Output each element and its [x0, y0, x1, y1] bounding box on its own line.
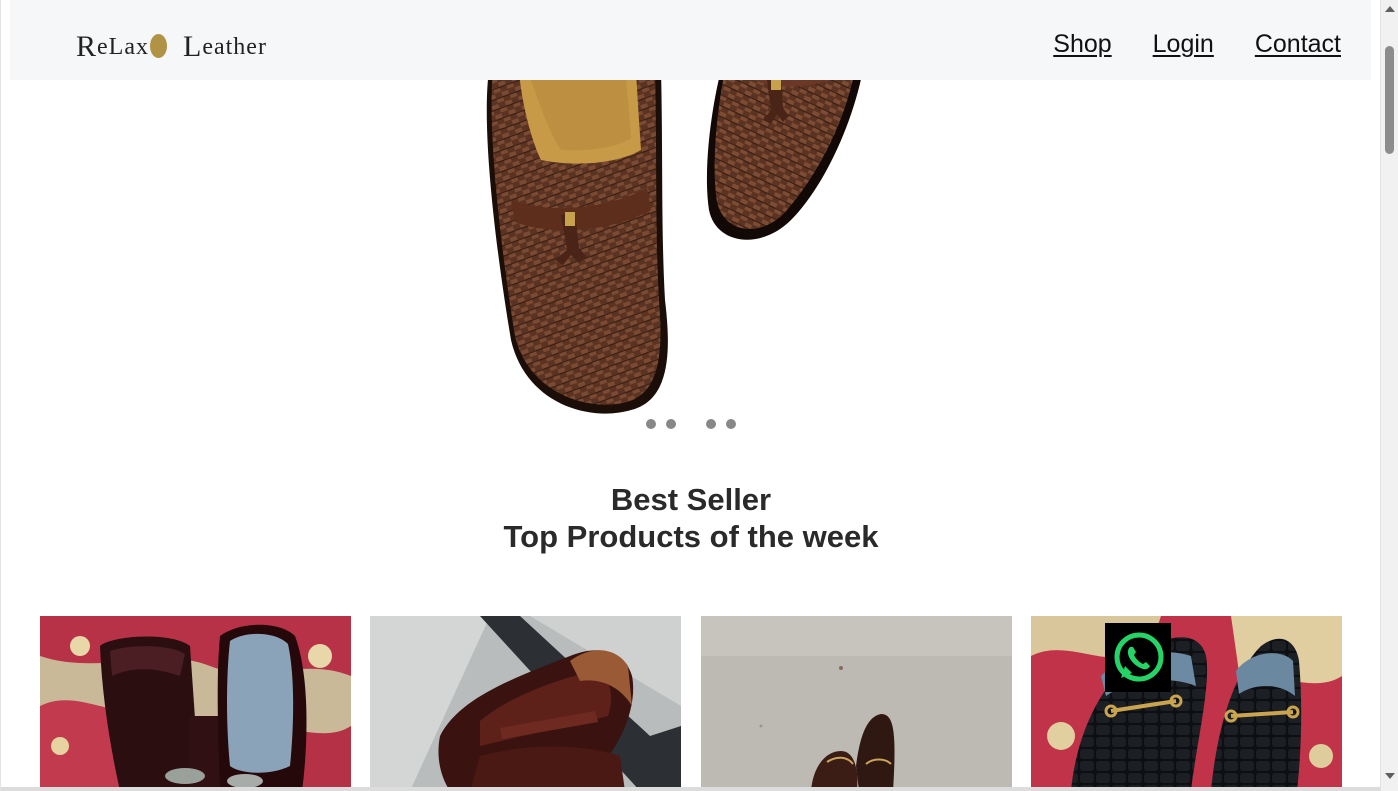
black-croc-horsebit-loafer-photo	[1031, 616, 1342, 791]
scroll-down-arrow-icon[interactable]	[1385, 773, 1395, 779]
whatsapp-icon	[1114, 632, 1164, 681]
horsebit-loafer-on-floor-photo	[701, 616, 1012, 791]
nav-link-contact[interactable]: Contact	[1255, 30, 1341, 59]
site-header: R eLax L eather Shop Login Contact	[10, 0, 1371, 80]
main-nav: Shop Login Contact	[1053, 30, 1341, 59]
nav-link-shop[interactable]: Shop	[1053, 30, 1111, 59]
section-subtitle: Top Products of the week	[503, 519, 879, 554]
whatsapp-button[interactable]	[1105, 623, 1171, 692]
product-card[interactable]	[40, 616, 351, 791]
page: R eLax L eather Shop Login Contact Best …	[0, 0, 1380, 791]
hero-slideshow[interactable]	[471, 50, 911, 430]
brand-logo[interactable]: R eLax L eather	[76, 30, 267, 64]
burgundy-penny-loafer-photo	[370, 616, 681, 791]
scroll-up-arrow-icon[interactable]	[1385, 6, 1395, 12]
slide-dot-4[interactable]	[726, 419, 736, 429]
section-title: Best Seller	[610, 482, 772, 517]
logo-gold-o-icon	[149, 34, 167, 58]
slide-dot-2[interactable]	[666, 419, 676, 429]
scrollbar-thumb[interactable]	[1385, 46, 1394, 154]
product-card[interactable]	[370, 616, 681, 791]
product-card[interactable]	[701, 616, 1012, 791]
slide-dots	[641, 419, 741, 431]
slide-dot-3[interactable]	[706, 419, 716, 429]
slide-dot-1[interactable]	[646, 419, 656, 429]
logo-letter-r: R	[76, 30, 98, 63]
product-card[interactable]	[1031, 616, 1342, 791]
hero-shoe-image	[486, 70, 863, 414]
logo-letter-l: L	[182, 30, 203, 63]
best-seller-heading: Best Seller Top Products of the week	[1, 482, 1380, 555]
logo-text-leather: eather	[202, 33, 267, 60]
bottom-divider	[1, 787, 1380, 791]
nav-link-login[interactable]: Login	[1153, 30, 1214, 59]
page-scrollbar[interactable]	[1380, 0, 1398, 791]
patent-buckle-loafer-photo	[40, 616, 351, 791]
logo-text-relax: eLax	[97, 33, 149, 60]
